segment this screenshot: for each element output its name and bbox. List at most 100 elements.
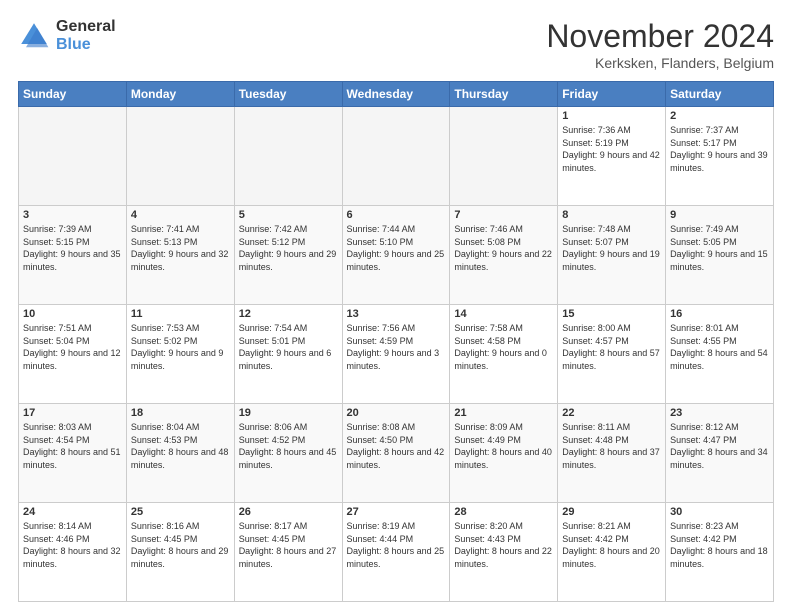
day-number: 21: [454, 407, 553, 419]
day-info: Sunrise: 7:58 AMSunset: 4:58 PMDaylight:…: [454, 322, 553, 372]
calendar-header-tuesday: Tuesday: [234, 82, 342, 107]
calendar-cell: 14Sunrise: 7:58 AMSunset: 4:58 PMDayligh…: [450, 305, 558, 404]
day-info: Sunrise: 8:17 AMSunset: 4:45 PMDaylight:…: [239, 520, 338, 570]
day-info: Sunrise: 8:01 AMSunset: 4:55 PMDaylight:…: [670, 322, 769, 372]
calendar-cell: [450, 107, 558, 206]
calendar-header-wednesday: Wednesday: [342, 82, 450, 107]
header: General Blue November 2024 Kerksken, Fla…: [18, 18, 774, 71]
calendar-cell: 4 Sunrise: 7:41 AMSunset: 5:13 PMDaylight…: [126, 206, 234, 305]
day-number: 28: [454, 506, 553, 518]
day-info: Sunrise: 7:51 AMSunset: 5:04 PMDaylight:…: [23, 322, 122, 372]
day-number: 26: [239, 506, 338, 518]
day-info: Sunrise: 8:14 AMSunset: 4:46 PMDaylight:…: [23, 520, 122, 570]
calendar-week-5: 24 Sunrise: 8:14 AMSunset: 4:46 PMDayligh…: [19, 503, 774, 602]
day-number: 7: [454, 209, 553, 221]
calendar-cell: 2Sunrise: 7:37 AMSunset: 5:17 PMDaylight…: [666, 107, 774, 206]
title-section: November 2024 Kerksken, Flanders, Belgiu…: [546, 18, 774, 71]
day-info: Sunrise: 8:06 AMSunset: 4:52 PMDaylight:…: [239, 421, 338, 471]
day-number: 17: [23, 407, 122, 419]
calendar-header-saturday: Saturday: [666, 82, 774, 107]
calendar-cell: 21 Sunrise: 8:09 AMSunset: 4:49 PMDayligh…: [450, 404, 558, 503]
day-number: 18: [131, 407, 230, 419]
day-info: Sunrise: 8:04 AMSunset: 4:53 PMDaylight:…: [131, 421, 230, 471]
calendar-cell: 26 Sunrise: 8:17 AMSunset: 4:45 PMDayligh…: [234, 503, 342, 602]
calendar-cell: 29Sunrise: 8:21 AMSunset: 4:42 PMDayligh…: [558, 503, 666, 602]
day-info: Sunrise: 7:56 AMSunset: 4:59 PMDaylight:…: [347, 322, 446, 372]
day-number: 30: [670, 506, 769, 518]
day-number: 10: [23, 308, 122, 320]
calendar-cell: 11 Sunrise: 7:53 AMSunset: 5:02 PMDayligh…: [126, 305, 234, 404]
day-info: Sunrise: 8:16 AMSunset: 4:45 PMDaylight:…: [131, 520, 230, 570]
calendar-cell: 30 Sunrise: 8:23 AMSunset: 4:42 PMDayligh…: [666, 503, 774, 602]
month-title: November 2024: [546, 18, 774, 55]
day-number: 1: [562, 110, 661, 122]
day-info: Sunrise: 8:20 AMSunset: 4:43 PMDaylight:…: [454, 520, 553, 570]
day-number: 20: [347, 407, 446, 419]
day-number: 22: [562, 407, 661, 419]
day-info: Sunrise: 7:53 AMSunset: 5:02 PMDaylight:…: [131, 322, 230, 372]
calendar-week-3: 10 Sunrise: 7:51 AMSunset: 5:04 PMDayligh…: [19, 305, 774, 404]
calendar-header-monday: Monday: [126, 82, 234, 107]
calendar-cell: 22 Sunrise: 8:11 AMSunset: 4:48 PMDayligh…: [558, 404, 666, 503]
day-info: Sunrise: 8:00 AMSunset: 4:57 PMDaylight:…: [562, 322, 661, 372]
day-number: 6: [347, 209, 446, 221]
calendar-cell: 17 Sunrise: 8:03 AMSunset: 4:54 PMDayligh…: [19, 404, 127, 503]
day-number: 3: [23, 209, 122, 221]
calendar-cell: 20 Sunrise: 8:08 AMSunset: 4:50 PMDayligh…: [342, 404, 450, 503]
calendar-cell: [19, 107, 127, 206]
day-info: Sunrise: 8:08 AMSunset: 4:50 PMDaylight:…: [347, 421, 446, 471]
calendar-header-sunday: Sunday: [19, 82, 127, 107]
calendar-week-1: 1 Sunrise: 7:36 AMSunset: 5:19 PMDaylight…: [19, 107, 774, 206]
calendar-cell: 23Sunrise: 8:12 AMSunset: 4:47 PMDayligh…: [666, 404, 774, 503]
calendar-cell: [234, 107, 342, 206]
day-number: 12: [239, 308, 338, 320]
day-number: 19: [239, 407, 338, 419]
day-info: Sunrise: 7:44 AMSunset: 5:10 PMDaylight:…: [347, 223, 446, 273]
calendar-cell: 6 Sunrise: 7:44 AMSunset: 5:10 PMDaylight…: [342, 206, 450, 305]
logo-general-text: General: [56, 18, 116, 36]
calendar-cell: 15 Sunrise: 8:00 AMSunset: 4:57 PMDayligh…: [558, 305, 666, 404]
day-info: Sunrise: 7:49 AMSunset: 5:05 PMDaylight:…: [670, 223, 769, 273]
page: General Blue November 2024 Kerksken, Fla…: [0, 0, 792, 612]
day-info: Sunrise: 8:09 AMSunset: 4:49 PMDaylight:…: [454, 421, 553, 471]
calendar-cell: 25Sunrise: 8:16 AMSunset: 4:45 PMDayligh…: [126, 503, 234, 602]
day-info: Sunrise: 7:54 AMSunset: 5:01 PMDaylight:…: [239, 322, 338, 372]
calendar-week-4: 17 Sunrise: 8:03 AMSunset: 4:54 PMDayligh…: [19, 404, 774, 503]
calendar-cell: 27 Sunrise: 8:19 AMSunset: 4:44 PMDayligh…: [342, 503, 450, 602]
day-info: Sunrise: 7:36 AMSunset: 5:19 PMDaylight:…: [562, 124, 661, 174]
day-number: 15: [562, 308, 661, 320]
day-info: Sunrise: 8:11 AMSunset: 4:48 PMDaylight:…: [562, 421, 661, 471]
calendar-cell: 9Sunrise: 7:49 AMSunset: 5:05 PMDaylight…: [666, 206, 774, 305]
calendar-cell: 10 Sunrise: 7:51 AMSunset: 5:04 PMDayligh…: [19, 305, 127, 404]
day-number: 5: [239, 209, 338, 221]
day-number: 8: [562, 209, 661, 221]
day-number: 13: [347, 308, 446, 320]
day-number: 2: [670, 110, 769, 122]
calendar-cell: 19 Sunrise: 8:06 AMSunset: 4:52 PMDayligh…: [234, 404, 342, 503]
calendar-cell: 8Sunrise: 7:48 AMSunset: 5:07 PMDaylight…: [558, 206, 666, 305]
day-info: Sunrise: 8:19 AMSunset: 4:44 PMDaylight:…: [347, 520, 446, 570]
calendar-cell: 24 Sunrise: 8:14 AMSunset: 4:46 PMDayligh…: [19, 503, 127, 602]
calendar-cell: 18 Sunrise: 8:04 AMSunset: 4:53 PMDayligh…: [126, 404, 234, 503]
calendar-cell: 12 Sunrise: 7:54 AMSunset: 5:01 PMDayligh…: [234, 305, 342, 404]
calendar-cell: 28 Sunrise: 8:20 AMSunset: 4:43 PMDayligh…: [450, 503, 558, 602]
calendar-header-thursday: Thursday: [450, 82, 558, 107]
calendar-week-2: 3 Sunrise: 7:39 AMSunset: 5:15 PMDaylight…: [19, 206, 774, 305]
day-info: Sunrise: 8:03 AMSunset: 4:54 PMDaylight:…: [23, 421, 122, 471]
calendar-cell: 3 Sunrise: 7:39 AMSunset: 5:15 PMDaylight…: [19, 206, 127, 305]
logo-text: General Blue: [56, 18, 116, 53]
day-number: 27: [347, 506, 446, 518]
calendar-cell: 5Sunrise: 7:42 AMSunset: 5:12 PMDaylight…: [234, 206, 342, 305]
day-info: Sunrise: 7:39 AMSunset: 5:15 PMDaylight:…: [23, 223, 122, 273]
calendar-table: SundayMondayTuesdayWednesdayThursdayFrid…: [18, 81, 774, 602]
day-info: Sunrise: 8:21 AMSunset: 4:42 PMDaylight:…: [562, 520, 661, 570]
day-number: 16: [670, 308, 769, 320]
day-info: Sunrise: 7:41 AMSunset: 5:13 PMDaylight:…: [131, 223, 230, 273]
day-number: 24: [23, 506, 122, 518]
day-number: 11: [131, 308, 230, 320]
calendar-header-row: SundayMondayTuesdayWednesdayThursdayFrid…: [19, 82, 774, 107]
day-number: 4: [131, 209, 230, 221]
calendar-cell: 16 Sunrise: 8:01 AMSunset: 4:55 PMDayligh…: [666, 305, 774, 404]
day-info: Sunrise: 8:23 AMSunset: 4:42 PMDaylight:…: [670, 520, 769, 570]
calendar-cell: 7Sunrise: 7:46 AMSunset: 5:08 PMDaylight…: [450, 206, 558, 305]
